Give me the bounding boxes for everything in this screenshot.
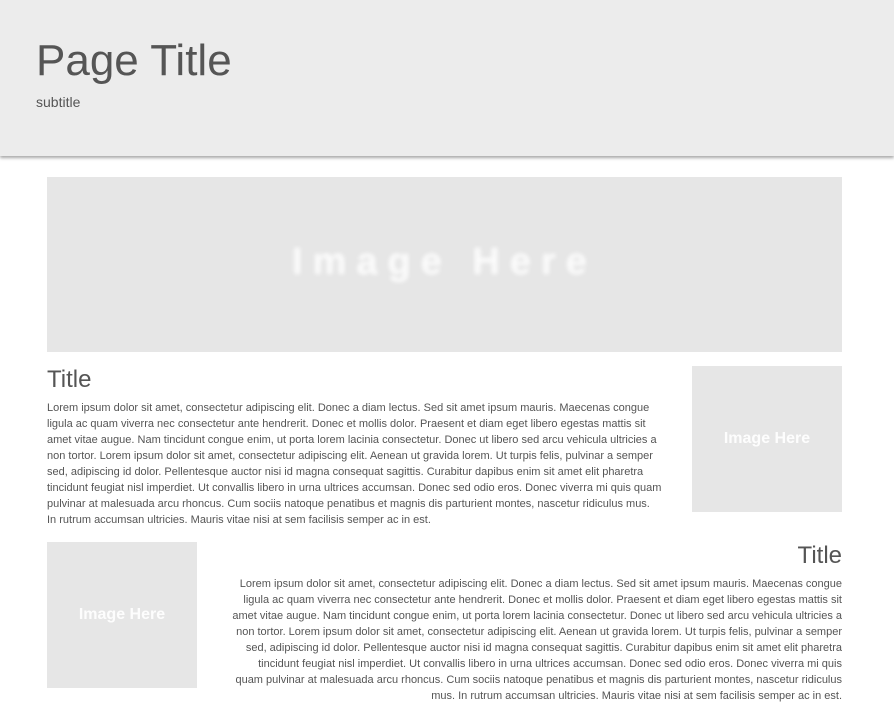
section-2-image-label: Image Here: [78, 606, 166, 623]
hero-image-label: Image Here: [292, 241, 597, 283]
section-2-body: Lorem ipsum dolor sit amet, consectetur …: [232, 578, 842, 702]
section-1-body: Lorem ipsum dolor sit amet, consectetur …: [47, 402, 662, 526]
section-1-title: Title: [47, 366, 92, 393]
page-subtitle: subtitle: [36, 94, 81, 110]
page-header: Page Title subtitle: [0, 0, 894, 156]
section-1-image-placeholder: Image Here: [692, 366, 842, 512]
section-2-image-placeholder: Image Here: [47, 542, 197, 688]
section-2-title: Title: [797, 542, 842, 569]
hero-image-placeholder: Image Here: [47, 177, 842, 352]
section-1-image-label: Image Here: [723, 430, 811, 447]
page-title: Page Title: [36, 36, 232, 85]
